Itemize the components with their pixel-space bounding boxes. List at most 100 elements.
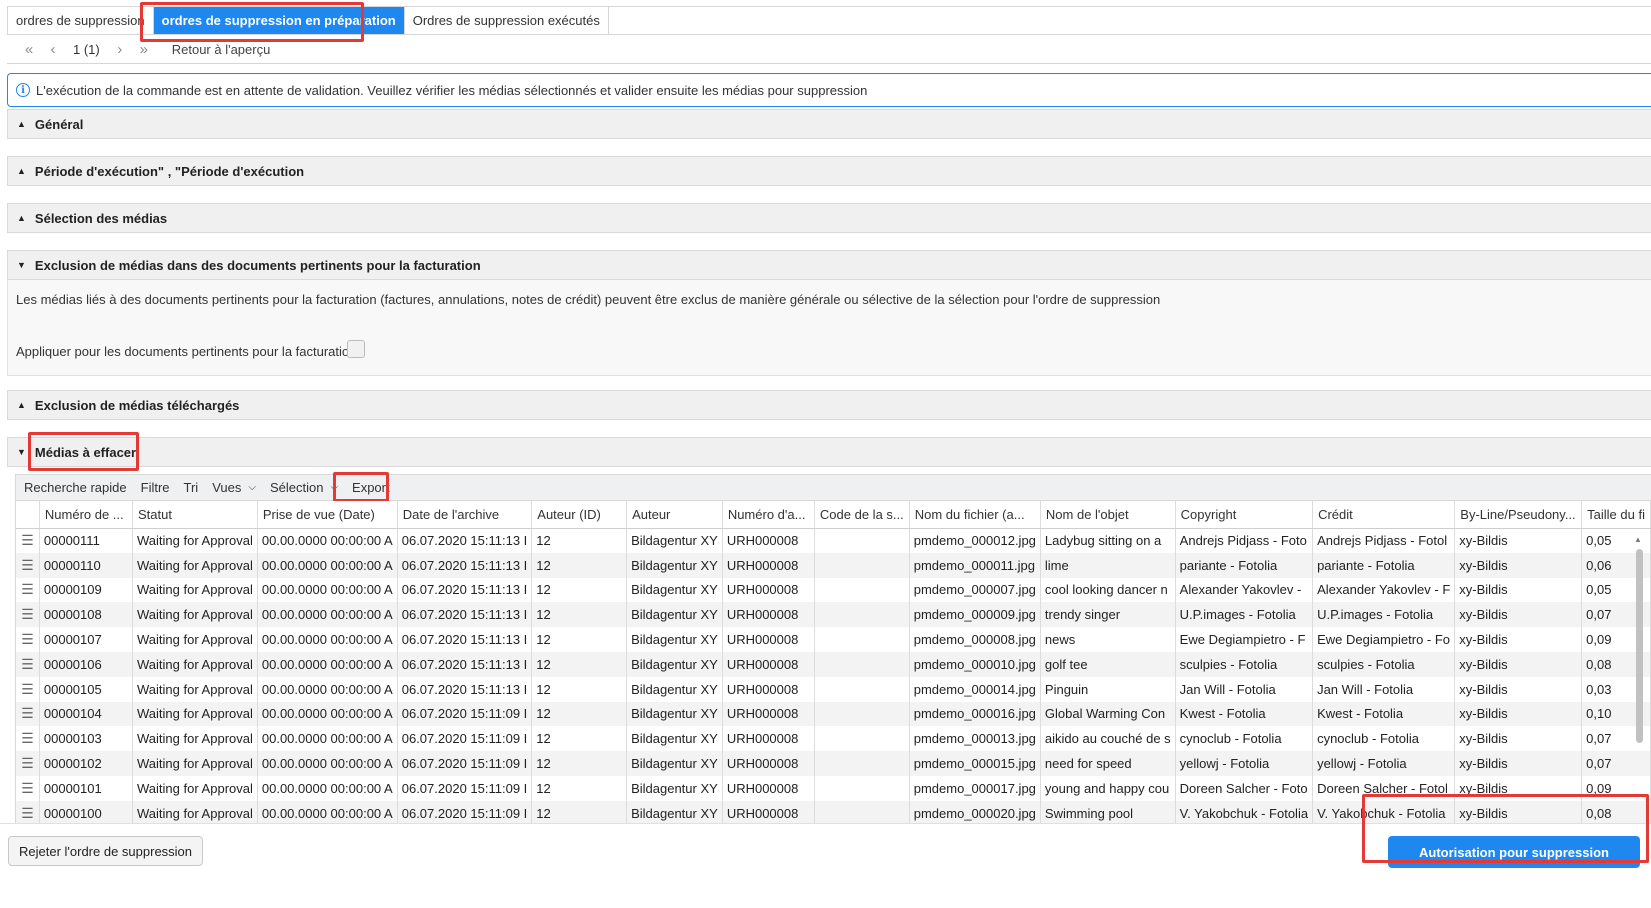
table-cell: xy-Bildis (1454, 627, 1583, 652)
table-row[interactable]: ☰ 00000105 Waiting for Approval 00.00.0000 … (16, 676, 1651, 702)
column-header[interactable]: Nom du fichier (a... (909, 501, 1041, 529)
row-menu-icon[interactable]: ☰ (16, 627, 40, 652)
section-exclusion-billing[interactable]: ▼ Exclusion de médias dans des documents… (7, 250, 1651, 280)
views-dropdown[interactable]: Vues ⌵ (212, 480, 256, 495)
first-page-icon[interactable]: « (17, 41, 41, 58)
table-row[interactable]: ☰ 00000100 Waiting for Approval 00.00.0000 … (16, 800, 1651, 823)
column-header[interactable]: Copyright (1175, 501, 1314, 529)
section-title: Exclusion de médias dans des documents p… (34, 257, 481, 273)
table-cell: pmdemo_000015.jpg (909, 751, 1041, 776)
table-cell: Doreen Salcher - Fotol (1312, 775, 1456, 801)
row-menu-icon[interactable]: ☰ (16, 528, 40, 553)
apply-billing-checkbox[interactable] (347, 340, 365, 358)
tab-deletion-orders-in-preparation[interactable]: ordres de suppression en préparation (153, 7, 405, 34)
column-header[interactable]: By-Line/Pseudony... (1454, 501, 1583, 529)
section-media-selection[interactable]: ▲ Sélection des médias (7, 203, 1651, 233)
table-cell: 12 (531, 602, 628, 628)
column-header[interactable]: Numéro de ... (39, 501, 134, 529)
row-menu-icon[interactable]: ☰ (16, 775, 40, 801)
column-header[interactable]: Prise de vue (Date) (257, 501, 398, 529)
table-cell: Waiting for Approval (132, 602, 258, 628)
next-page-icon[interactable]: › (108, 41, 132, 58)
vertical-scrollbar[interactable]: ▲ (1634, 535, 1644, 822)
quick-search-button[interactable]: Recherche rapide (24, 480, 127, 495)
exclusion-billing-body: Les médias liés à des documents pertinen… (7, 280, 1651, 376)
table-cell: pmdemo_000008.jpg (909, 627, 1041, 652)
table-cell: Kwest - Fotolia (1175, 701, 1314, 727)
table-cell: aikido au couché de s (1040, 726, 1176, 752)
last-page-icon[interactable]: » (132, 41, 156, 58)
column-header[interactable]: Date de l'archive (397, 501, 533, 529)
table-cell: U.P.images - Fotolia (1312, 602, 1456, 628)
table-row[interactable]: ☰ 00000111 Waiting for Approval 00.00.0000 … (16, 528, 1651, 553)
table-row[interactable]: ☰ 00000104 Waiting for Approval 00.00.0000 … (16, 701, 1651, 727)
export-button[interactable]: Export (352, 480, 390, 495)
authorize-deletion-button[interactable]: Autorisation pour suppression (1388, 836, 1640, 868)
reject-order-button[interactable]: Rejeter l'ordre de suppression (8, 836, 204, 866)
row-menu-icon[interactable]: ☰ (16, 651, 40, 677)
filter-button[interactable]: Filtre (141, 480, 170, 495)
table-cell: 00000109 (39, 577, 134, 603)
table-row[interactable]: ☰ 00000108 Waiting for Approval 00.00.0000 … (16, 602, 1651, 628)
column-header[interactable] (16, 501, 40, 529)
column-header[interactable]: Statut (132, 501, 258, 529)
table-cell: Ladybug sitting on a (1040, 528, 1176, 553)
table-row[interactable]: ☰ 00000109 Waiting for Approval 00.00.0000 … (16, 577, 1651, 603)
table-cell: pmdemo_000016.jpg (909, 701, 1041, 727)
table-cell: pmdemo_000013.jpg (909, 726, 1041, 752)
table-cell: V. Yakobchuk - Fotolia (1312, 800, 1456, 823)
row-menu-icon[interactable]: ☰ (16, 552, 40, 578)
table-header-row: Numéro de ... Statut Prise de vue (Date) Da… (16, 501, 1651, 529)
table-cell: URH000008 (722, 627, 815, 652)
section-exclusion-downloaded[interactable]: ▲ Exclusion de médias téléchargés (7, 390, 1651, 420)
tab-deletion-orders[interactable]: ordres de suppression (8, 7, 154, 34)
row-menu-icon[interactable]: ☰ (16, 602, 40, 628)
section-general[interactable]: ▲ Général (7, 109, 1651, 139)
table-cell: URH000008 (722, 577, 815, 603)
table-row[interactable]: ☰ 00000107 Waiting for Approval 00.00.0000 … (16, 627, 1651, 652)
caret-down-icon: ▼ (17, 447, 26, 457)
column-header[interactable]: Nom de l'objet (1040, 501, 1176, 529)
column-header[interactable]: Auteur (626, 501, 723, 529)
row-menu-icon[interactable]: ☰ (16, 726, 40, 752)
table-cell: 00000107 (39, 627, 134, 652)
scroll-up-icon[interactable]: ▲ (1634, 535, 1642, 544)
column-header[interactable]: Numéro d'a... (722, 501, 815, 529)
row-menu-icon[interactable]: ☰ (16, 701, 40, 727)
table-row[interactable]: ☰ 00000106 Waiting for Approval 00.00.0000 … (16, 651, 1651, 677)
scrollbar-thumb[interactable] (1636, 549, 1643, 743)
table-cell: 06.07.2020 15:11:09 I (397, 701, 533, 727)
column-header[interactable]: Taille du fi (1581, 501, 1651, 529)
app-root: ordres de suppression ordres de suppress… (0, 0, 1651, 908)
section-media-to-delete[interactable]: ▼ Médias à effacer (7, 437, 1651, 467)
table-row[interactable]: ☰ 00000103 Waiting for Approval 00.00.0000 … (16, 726, 1651, 752)
table-row[interactable]: ☰ 00000101 Waiting for Approval 00.00.0000 … (16, 775, 1651, 801)
table-cell: Bildagentur XY (626, 676, 723, 702)
table-cell: 00000100 (39, 800, 134, 823)
table-row[interactable]: ☰ 00000110 Waiting for Approval 00.00.0000 … (16, 552, 1651, 578)
exclusion-description: Les médias liés à des documents pertinen… (16, 292, 1161, 307)
row-menu-icon[interactable]: ☰ (16, 800, 40, 823)
row-menu-icon[interactable]: ☰ (16, 577, 40, 603)
selection-dropdown[interactable]: Sélection ⌵ (270, 480, 338, 495)
column-header[interactable]: Auteur (ID) (531, 501, 628, 529)
table-cell: 12 (531, 528, 628, 553)
table-cell: URH000008 (722, 751, 815, 776)
row-menu-icon[interactable]: ☰ (16, 751, 40, 776)
column-header[interactable]: Crédit (1312, 501, 1456, 529)
column-header[interactable]: Code de la s... (814, 501, 910, 529)
tab-deletion-orders-executed[interactable]: Ordres de suppression exécutés (405, 7, 609, 34)
table-row[interactable]: ☰ 00000102 Waiting for Approval 00.00.0000 … (16, 751, 1651, 776)
table-cell (814, 627, 910, 652)
sort-button[interactable]: Tri (184, 480, 199, 495)
table-cell: xy-Bildis (1454, 651, 1583, 677)
prev-page-icon[interactable]: ‹ (41, 41, 65, 58)
row-menu-icon[interactable]: ☰ (16, 676, 40, 702)
table-cell: Ewe Degiampietro - Fo (1312, 627, 1456, 652)
back-to-overview-link[interactable]: Retour à l'aperçu (172, 42, 271, 57)
section-execution-period[interactable]: ▲ Période d'exécution" , "Période d'exéc… (7, 156, 1651, 186)
table-cell: Waiting for Approval (132, 676, 258, 702)
table-cell: 00.00.0000 00:00:00 A (257, 528, 398, 553)
table-cell: 12 (531, 577, 628, 603)
table-cell: Jan Will - Fotolia (1175, 676, 1314, 702)
